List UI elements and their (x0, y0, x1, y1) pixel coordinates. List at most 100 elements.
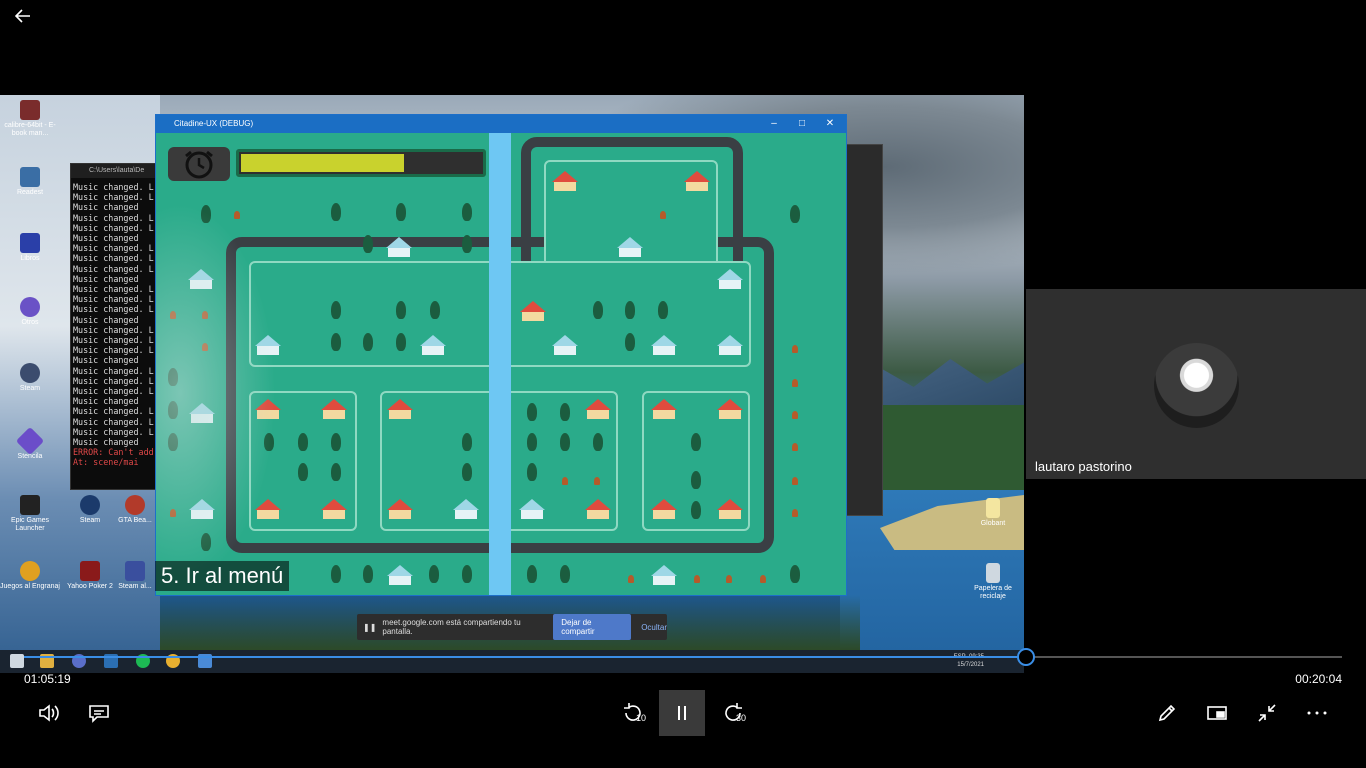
desktop-icon-label: GTA Bea... (118, 517, 152, 524)
desktop-icon-label: Steam al... (118, 583, 152, 590)
tree (560, 403, 570, 421)
skip-forward-button[interactable]: 30 (710, 690, 756, 736)
tree (331, 433, 341, 451)
pause-icon (678, 706, 686, 720)
desktop-icon-label: Yahoo Poker 2 (67, 583, 113, 590)
house (717, 269, 743, 289)
house (387, 499, 413, 519)
tree (396, 301, 406, 319)
desktop-icon[interactable]: GTA Bea... (115, 495, 155, 525)
tree (593, 301, 603, 319)
miniplayer-icon (1207, 706, 1227, 720)
console-line: Music changed. L (73, 294, 154, 305)
console-line: ERROR: Can't add (73, 447, 154, 458)
tree (396, 333, 406, 351)
tree (331, 565, 341, 583)
more-options-button[interactable] (1294, 690, 1340, 736)
desktop-icon-label: Juegos al Engranaj (0, 583, 60, 590)
taskbar-date: 15/7/2021 (957, 662, 984, 668)
desktop-icon[interactable]: Papelera de reciclaje (963, 563, 1023, 601)
game-window[interactable]: Citadine-UX (DEBUG) – □ ✕ (155, 114, 847, 596)
taskbar-clock[interactable]: ESP 09:35 15/7/2021 (954, 650, 984, 669)
fog-overlay (156, 203, 276, 583)
desktop-icon[interactable]: Steam al... (115, 561, 155, 591)
seek-thumb[interactable] (1016, 648, 1035, 666)
desktop-icon[interactable]: Stencila (0, 426, 60, 461)
citizen (594, 477, 600, 485)
close-button[interactable]: ✕ (816, 115, 844, 133)
participant-name: lautaro pastorino (1035, 459, 1132, 474)
participant-tile[interactable]: lautaro pastorino (1026, 289, 1366, 479)
tree (593, 433, 603, 451)
elapsed-time: 01:05:19 (24, 672, 71, 686)
windows-taskbar: ESP 09:35 15/7/2021 (0, 650, 1024, 673)
desktop-icon[interactable]: Steam (60, 495, 120, 525)
house (321, 499, 347, 519)
citizen (628, 575, 634, 583)
tree (560, 433, 570, 451)
console-line: Music changed. L (73, 243, 154, 254)
captions-button[interactable] (76, 690, 122, 736)
house (386, 237, 412, 257)
citizen (792, 443, 798, 451)
app-icon (125, 561, 145, 581)
console-line: At: scene/mai (73, 457, 139, 468)
house (651, 399, 677, 419)
desktop-icon[interactable]: Epic Games Launcher (0, 495, 60, 533)
tree (527, 433, 537, 451)
share-message: meet.google.com está compartiendo tu pan… (382, 618, 521, 636)
skip-back-button[interactable]: 10 (610, 690, 656, 736)
game-canvas[interactable] (156, 133, 846, 595)
windows-start-icon[interactable] (10, 654, 24, 668)
desktop-icon[interactable]: calibre-64bit - E-book man... (0, 100, 60, 138)
desktop-icon[interactable]: Yahoo Poker 2 (60, 561, 120, 591)
book-icon (20, 233, 40, 253)
tree (658, 301, 668, 319)
pause-button[interactable] (659, 690, 705, 736)
minimize-button[interactable]: – (760, 115, 788, 133)
exit-fullscreen-button[interactable] (1244, 690, 1290, 736)
maximize-button[interactable]: □ (788, 115, 816, 133)
house (520, 301, 546, 321)
seek-bar-fill (24, 656, 1026, 658)
stop-sharing-button[interactable]: Dejar de compartir (553, 614, 632, 640)
app-icon (80, 561, 100, 581)
desktop-icon[interactable]: Steam (0, 363, 60, 393)
house (717, 335, 743, 355)
desktop-icon-label: Otros (21, 319, 39, 326)
console-line: Music changed. L (73, 345, 154, 356)
desktop-icon[interactable]: Globant (963, 498, 1023, 528)
house (387, 565, 413, 585)
miniplayer-button[interactable] (1194, 690, 1240, 736)
tree (298, 463, 308, 481)
console-line: Music changed. L (73, 375, 154, 386)
tree (527, 463, 537, 481)
desktop-icon-label: Readest (16, 189, 44, 196)
hide-share-bar-button[interactable]: Ocultar (641, 623, 667, 632)
desktop-icon[interactable]: Libros (0, 233, 60, 263)
tree (363, 565, 373, 583)
edit-button[interactable] (1144, 690, 1190, 736)
desktop-icon[interactable]: Otros (0, 297, 60, 327)
tree (331, 463, 341, 481)
house (617, 237, 643, 257)
volume-button[interactable] (26, 690, 72, 736)
seek-bar[interactable] (24, 656, 1342, 658)
console-line: Music changed. L (73, 263, 154, 274)
tree (790, 565, 800, 583)
house (684, 171, 710, 191)
console-line: Music changed (73, 355, 139, 366)
tree (691, 433, 701, 451)
desktop-icon[interactable]: Readest (0, 167, 60, 197)
pause-share-icon: ❚❚ (363, 622, 377, 632)
console-line: Music changed (73, 202, 139, 213)
tree (331, 333, 341, 351)
console-window[interactable]: C:\Users\lauta\De Music changed. L Music … (70, 163, 162, 490)
desktop-icon-label: Globant (980, 520, 1006, 527)
app-icon (125, 495, 145, 515)
back-button[interactable] (0, 0, 46, 32)
recycle-bin-icon (986, 563, 1000, 583)
desktop-icon[interactable]: Juegos al Engranaj (0, 561, 60, 591)
tree (363, 235, 373, 253)
app-icon (20, 561, 40, 581)
